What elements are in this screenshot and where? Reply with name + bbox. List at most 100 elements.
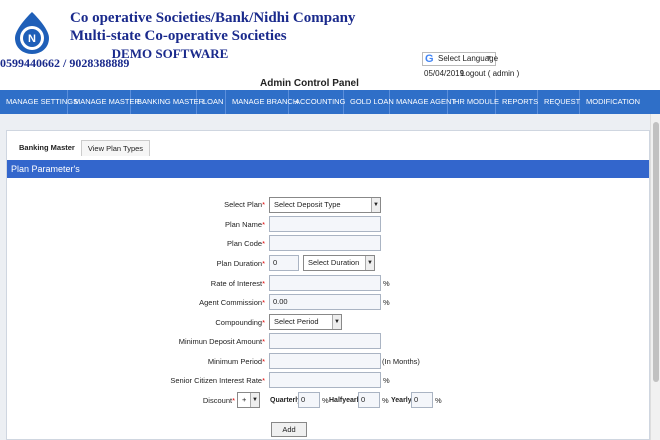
section-header: Plan Parameter's xyxy=(7,160,649,178)
company-line-3: DEMO SOFTWARE xyxy=(111,46,229,61)
required-mark: * xyxy=(262,298,265,307)
min-period-row: Minimum Period* xyxy=(7,354,265,370)
plan-duration-label: Plan Duration* xyxy=(65,256,265,272)
min-deposit-input[interactable] xyxy=(269,333,381,349)
nav-loan[interactable]: LOAN xyxy=(197,90,226,114)
plan-code-row: Plan Code* xyxy=(7,236,265,252)
nav-manage-master[interactable]: MANAGE MASTER xyxy=(68,90,140,114)
yearly-input[interactable]: 0 xyxy=(411,392,433,408)
senior-rate-label: Senior Citizen Interest Rate* xyxy=(65,373,265,389)
add-button[interactable]: Add xyxy=(271,422,307,437)
percent-suffix: % xyxy=(383,376,390,385)
senior-rate-input[interactable] xyxy=(269,372,381,388)
tab-view-plan-types[interactable]: View Plan Types xyxy=(80,140,151,156)
plan-name-input[interactable] xyxy=(269,216,381,232)
agent-commission-row: Agent Commission* xyxy=(7,295,265,311)
plan-code-input[interactable] xyxy=(269,235,381,251)
plan-name-label-text: Plan Name xyxy=(224,220,263,229)
page-title: Admin Control Panel xyxy=(260,78,359,89)
yearly-label: Yearly xyxy=(391,397,412,404)
nav-reports[interactable]: REPORTS xyxy=(496,90,538,114)
compounding-label-text: Compounding xyxy=(215,318,263,327)
select-plan-value: Select Deposit Type xyxy=(274,200,341,209)
discount-sign-dropdown[interactable]: + ▼ xyxy=(237,392,260,408)
chevron-down-icon: ▼ xyxy=(485,55,492,62)
current-date: 05/04/2019 xyxy=(424,69,465,78)
language-select[interactable]: G Select Language ▼ xyxy=(422,52,498,66)
google-icon: G xyxy=(425,53,434,65)
plan-duration-label-text: Plan Duration xyxy=(216,259,263,268)
agent-commission-label: Agent Commission* xyxy=(65,295,265,311)
nav-hr-module[interactable]: HR MODULE xyxy=(448,90,499,114)
tab-bar: Banking Master View Plan Types xyxy=(13,140,151,156)
content-panel: Banking Master View Plan Types Plan Para… xyxy=(6,130,650,440)
required-mark: * xyxy=(262,357,265,366)
select-plan-label-text: Select Plan xyxy=(224,200,263,209)
company-logo-icon: N xyxy=(15,12,49,54)
required-mark: * xyxy=(262,376,265,385)
nav-manage-branch[interactable]: MANAGE BRANCH xyxy=(226,90,298,114)
company-line-2: Multi-state Co-operative Societies xyxy=(70,28,287,44)
agent-commission-label-text: Agent Commission xyxy=(199,298,263,307)
months-suffix: (In Months) xyxy=(382,357,420,366)
halfyearly-input[interactable]: 0 xyxy=(358,392,380,408)
min-period-input[interactable] xyxy=(269,353,381,369)
plan-name-row: Plan Name* xyxy=(7,217,265,233)
required-mark: * xyxy=(232,396,235,405)
required-mark: * xyxy=(262,259,265,268)
min-deposit-label: Minimun Deposit Amount* xyxy=(65,334,265,350)
senior-rate-label-text: Senior Citizen Interest Rate xyxy=(170,376,263,385)
compounding-row: Compounding* xyxy=(7,315,265,331)
compounding-value: Select Period xyxy=(274,317,319,326)
chevron-down-icon: ▼ xyxy=(332,315,341,329)
chevron-down-icon: ▼ xyxy=(250,393,259,407)
discount-label-text: Discount xyxy=(202,396,233,405)
logo-letter: N xyxy=(28,33,36,45)
header: N 0599440662 / 9028388889 Co operative S… xyxy=(0,0,660,90)
nav-banking-master[interactable]: BANKING MASTER xyxy=(131,90,204,114)
required-mark: * xyxy=(262,200,265,209)
required-mark: * xyxy=(262,337,265,346)
compounding-dropdown[interactable]: Select Period ▼ xyxy=(269,314,342,330)
tab-banking-master[interactable]: Banking Master xyxy=(13,140,81,156)
nav-modification[interactable]: MODIFICATION xyxy=(580,90,640,114)
discount-sign-value: + xyxy=(242,395,247,404)
nav-accounting[interactable]: ACCOUNTING xyxy=(289,90,345,114)
min-deposit-row: Minimun Deposit Amount* xyxy=(7,334,265,350)
discount-label: Discount* xyxy=(35,393,235,409)
duration-unit-dropdown[interactable]: Select Duration ▼ xyxy=(303,255,375,271)
duration-unit-value: Select Duration xyxy=(308,258,360,267)
scrollbar-thumb[interactable] xyxy=(653,122,659,382)
percent-suffix: % xyxy=(383,298,390,307)
rate-of-interest-label: Rate of Interest* xyxy=(65,276,265,292)
page-scrollbar[interactable] xyxy=(650,114,660,440)
quarterly-input[interactable]: 0 xyxy=(298,392,320,408)
chevron-down-icon: ▼ xyxy=(365,256,374,270)
logout-link[interactable]: Logout ( admin ) xyxy=(461,69,519,78)
quarterly-label: Quarterly xyxy=(270,397,302,404)
company-title: Co operative Societies/Bank/Nidhi Compan… xyxy=(70,9,356,63)
discount-row: Discount* xyxy=(7,393,235,409)
percent-suffix: % xyxy=(435,396,442,405)
nav-gold-loan[interactable]: GOLD LOAN xyxy=(344,90,394,114)
plan-code-label: Plan Code* xyxy=(65,236,265,252)
nav-request[interactable]: REQUEST xyxy=(538,90,580,114)
min-deposit-label-text: Minimun Deposit Amount xyxy=(178,337,263,346)
rate-of-interest-row: Rate of Interest* xyxy=(7,276,265,292)
required-mark: * xyxy=(262,239,265,248)
nav-manage-settings[interactable]: MANAGE SETTINGS xyxy=(0,90,78,114)
plan-name-label: Plan Name* xyxy=(65,217,265,233)
rate-of-interest-input[interactable] xyxy=(269,275,381,291)
compounding-label: Compounding* xyxy=(65,315,265,331)
required-mark: * xyxy=(262,220,265,229)
percent-suffix: % xyxy=(382,396,389,405)
company-line-1: Co operative Societies/Bank/Nidhi Compan… xyxy=(70,10,356,26)
plan-duration-input[interactable]: 0 xyxy=(269,255,299,271)
plan-duration-row: Plan Duration* xyxy=(7,256,265,272)
required-mark: * xyxy=(262,318,265,327)
senior-rate-row: Senior Citizen Interest Rate* xyxy=(7,373,265,389)
nav-manage-agent[interactable]: MANAGE AGENT xyxy=(390,90,456,114)
percent-suffix: % xyxy=(383,279,390,288)
agent-commission-input[interactable]: 0.00 xyxy=(269,294,381,310)
select-plan-dropdown[interactable]: Select Deposit Type ▼ xyxy=(269,197,381,213)
